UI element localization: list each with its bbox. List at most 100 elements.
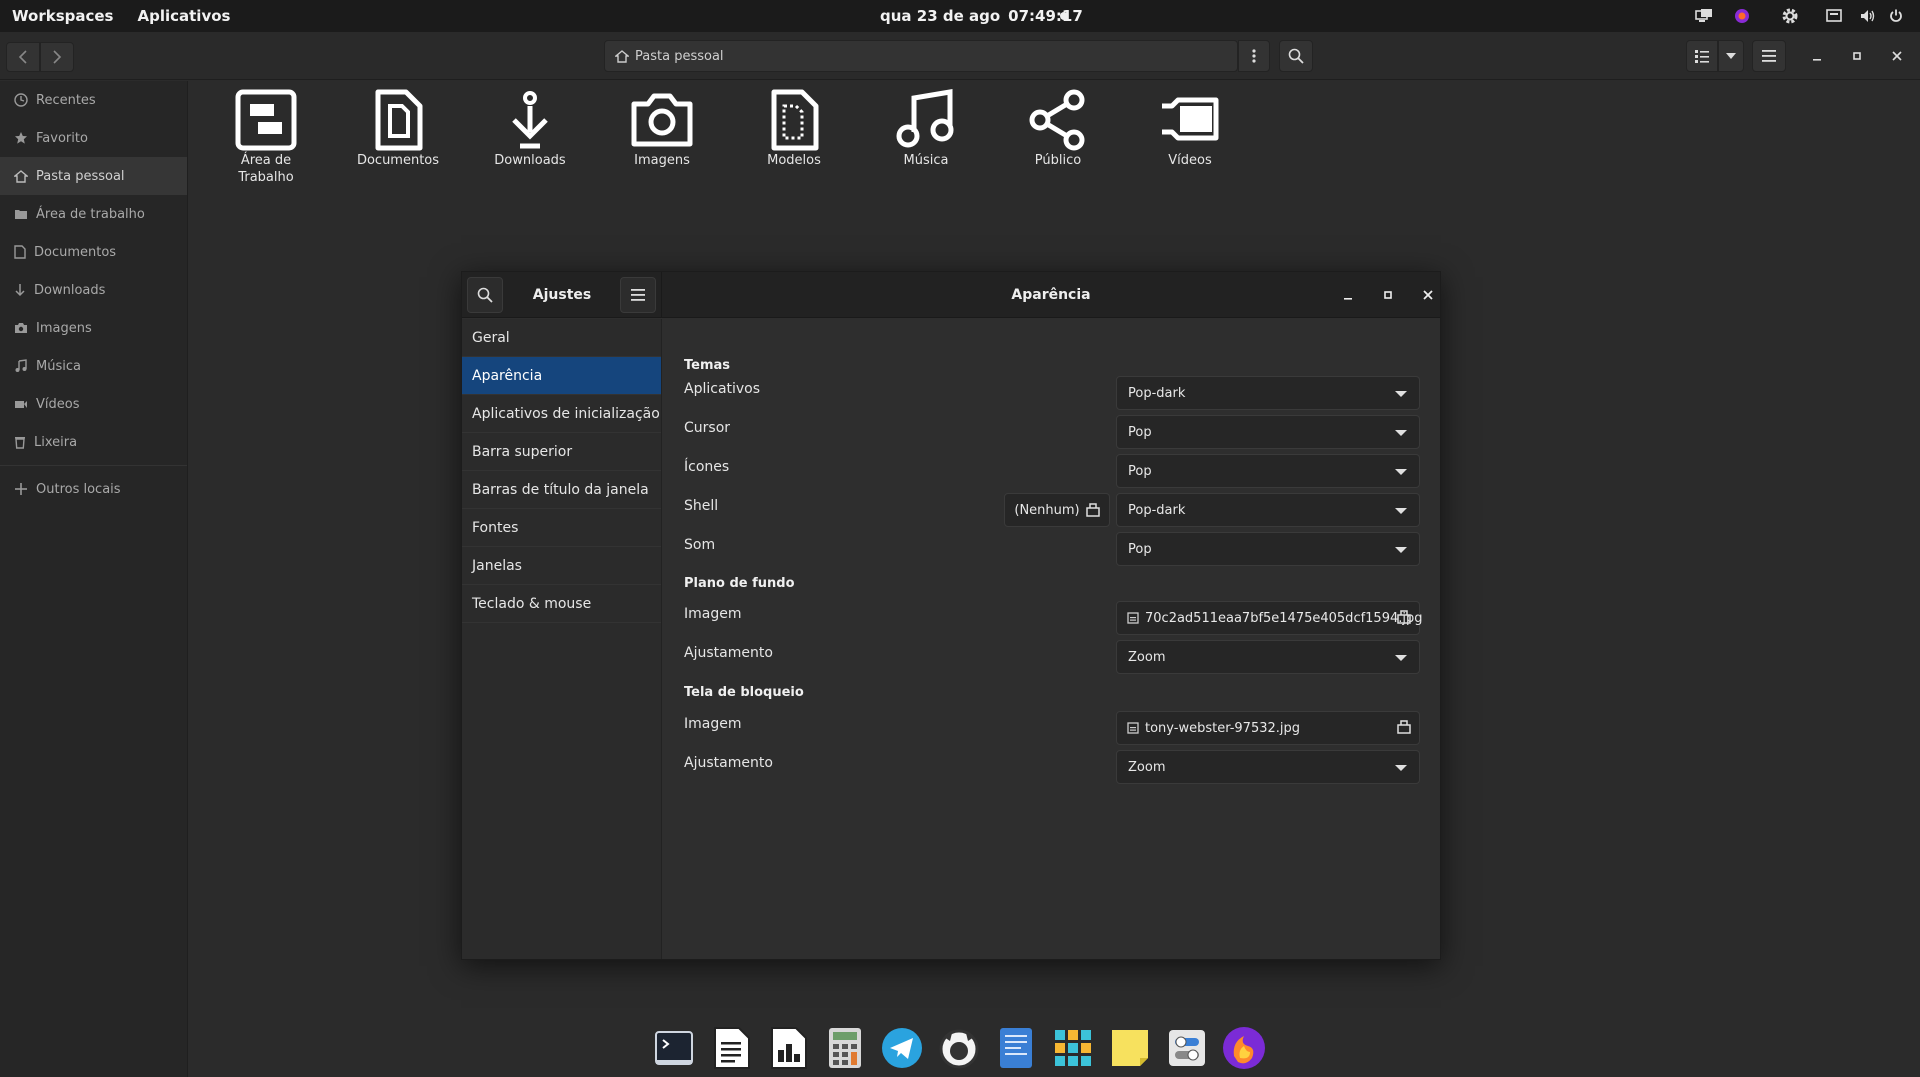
path-bar[interactable]: Pasta pessoal xyxy=(604,40,1238,72)
sidebar-item-downloads[interactable]: Downloads xyxy=(0,271,187,309)
bg-adjust-label: Ajustamento xyxy=(684,645,773,661)
folder-area-de-trabalho[interactable]: Área de Trabalho xyxy=(200,88,332,186)
sidebar-item-outros-locais[interactable]: Outros locais xyxy=(0,470,187,508)
apps-theme-combo[interactable]: Pop-dark xyxy=(1116,376,1420,410)
tweaks-nav-teclado-mouse[interactable]: Teclado & mouse xyxy=(462,585,661,623)
folder-imagens[interactable]: Imagens xyxy=(596,88,728,186)
tweaks-icon[interactable] xyxy=(1163,1024,1211,1072)
dropdown-arrow-icon xyxy=(1395,547,1407,553)
cursor-theme-combo[interactable]: Pop xyxy=(1116,415,1420,449)
sidebar-item-area-de-trabalho[interactable]: Área de trabalho xyxy=(0,195,187,233)
telegram-icon[interactable] xyxy=(878,1024,926,1072)
search-icon xyxy=(477,287,493,303)
lock-image-file-button[interactable]: tony-webster-97532.jpg xyxy=(1116,711,1420,745)
lock-adjust-combo[interactable]: Zoom xyxy=(1116,750,1420,784)
forward-button[interactable] xyxy=(40,42,74,72)
network-icon[interactable] xyxy=(1814,0,1854,32)
sidebar-item-imagens[interactable]: Imagens xyxy=(0,309,187,347)
tweaks-nav-barra-superior[interactable]: Barra superior xyxy=(462,433,661,471)
tweaks-page-title: Aparência xyxy=(1011,287,1091,303)
tweaks-app-title: Ajustes xyxy=(532,287,592,303)
tweaks-headerbar: Ajustes Aparência xyxy=(462,272,1440,318)
tweaks-minimize-button[interactable] xyxy=(1332,279,1364,311)
tweaks-close-button[interactable] xyxy=(1412,279,1444,311)
close-button[interactable] xyxy=(1881,40,1913,72)
folder-downloads[interactable]: Downloads xyxy=(464,88,596,186)
app-grid-icon[interactable] xyxy=(1049,1024,1097,1072)
sidebar-item-recentes[interactable]: Recentes xyxy=(0,81,187,119)
folder-grid: Área de Trabalho Documentos Downloads Im… xyxy=(200,88,1256,186)
gear-icon[interactable] xyxy=(1766,0,1814,32)
path-menu-button[interactable] xyxy=(1238,40,1270,72)
music-folder-icon xyxy=(896,89,954,148)
tweaks-nav-geral[interactable]: Geral xyxy=(462,319,661,357)
folder-documentos[interactable]: Documentos xyxy=(332,88,464,186)
firefox-icon[interactable] xyxy=(1220,1024,1268,1072)
firefox-tray-icon[interactable] xyxy=(1718,0,1766,32)
back-button[interactable] xyxy=(6,42,40,72)
power-icon[interactable] xyxy=(1882,0,1910,32)
videos-folder-icon xyxy=(1162,97,1219,141)
maximize-button[interactable] xyxy=(1841,40,1873,72)
bg-adjust-combo[interactable]: Zoom xyxy=(1116,640,1420,674)
folder-label: Vídeos xyxy=(1168,153,1212,168)
dropdown-arrow-icon xyxy=(1395,508,1407,514)
clock[interactable]: qua 23 de ago 07:49:17 xyxy=(880,0,1083,32)
shell-file-button[interactable]: (Nenhum) xyxy=(1004,493,1110,527)
sidebar-item-label: Favorito xyxy=(36,130,88,146)
calculator-icon[interactable] xyxy=(821,1024,869,1072)
hamburger-menu-button[interactable] xyxy=(1752,40,1786,72)
bg-image-label: Imagem xyxy=(684,606,742,622)
impress-icon[interactable] xyxy=(764,1024,812,1072)
sidebar-item-label: Outros locais xyxy=(36,481,121,497)
sidebar-item-documentos[interactable]: Documentos xyxy=(0,233,187,271)
folder-musica[interactable]: Música xyxy=(860,88,992,186)
minimize-button[interactable] xyxy=(1801,40,1833,72)
lock-image-filename: tony-webster-97532.jpg xyxy=(1145,720,1301,736)
sound-theme-combo[interactable]: Pop xyxy=(1116,532,1420,566)
tweaks-nav-barras-titulo[interactable]: Barras de título da janela xyxy=(462,471,661,509)
notes-icon[interactable] xyxy=(1106,1024,1154,1072)
text-editor-icon[interactable] xyxy=(992,1024,1040,1072)
sidebar-item-musica[interactable]: Música xyxy=(0,347,187,385)
tweaks-nav-aplicativos-inicializacao[interactable]: Aplicativos de inicialização xyxy=(462,395,661,433)
tweaks-menu-button[interactable] xyxy=(620,277,656,313)
folder-modelos[interactable]: Modelos xyxy=(728,88,860,186)
icons-theme-combo[interactable]: Pop xyxy=(1116,454,1420,488)
tweaks-nav-fontes[interactable]: Fontes xyxy=(462,509,661,547)
sidebar-item-pasta-pessoal[interactable]: Pasta pessoal xyxy=(0,157,187,195)
shell-theme-combo[interactable]: Pop-dark xyxy=(1116,493,1420,527)
sidebar-item-favorito[interactable]: Favorito xyxy=(0,119,187,157)
volume-icon[interactable] xyxy=(1854,0,1882,32)
folder-videos[interactable]: Vídeos xyxy=(1124,88,1256,186)
combo-value: Zoom xyxy=(1128,649,1166,665)
list-view-button[interactable] xyxy=(1686,40,1718,72)
tweaks-maximize-button[interactable] xyxy=(1372,279,1404,311)
plus-icon xyxy=(14,482,28,496)
gimp-icon[interactable] xyxy=(935,1024,983,1072)
sidebar-item-lixeira[interactable]: Lixeira xyxy=(0,423,187,461)
writer-icon[interactable] xyxy=(707,1024,755,1072)
sidebar-item-label: Música xyxy=(36,358,81,374)
sidebar-item-videos[interactable]: Vídeos xyxy=(0,385,187,423)
tweaks-nav-aparencia[interactable]: Aparência xyxy=(462,357,661,395)
view-options-button[interactable] xyxy=(1718,40,1744,72)
display-icon[interactable] xyxy=(1690,0,1718,32)
applications-button[interactable]: Aplicativos xyxy=(137,7,230,25)
tweaks-nav-janelas[interactable]: Janelas xyxy=(462,547,661,585)
video-icon xyxy=(14,398,28,410)
lock-adjust-label: Ajustamento xyxy=(684,755,773,771)
tweaks-search-button[interactable] xyxy=(467,277,503,313)
sidebar-item-label: Lixeira xyxy=(34,434,78,450)
terminal-icon[interactable] xyxy=(650,1024,698,1072)
search-button[interactable] xyxy=(1279,40,1313,72)
shell-theme-label: Shell xyxy=(684,498,719,514)
workspaces-button[interactable]: Workspaces xyxy=(12,7,113,25)
folder-publico[interactable]: Público xyxy=(992,88,1124,186)
folder-open-icon xyxy=(1397,610,1411,624)
bg-image-file-button[interactable]: 70c2ad511eaa7bf5e1475e405dcf1594.jpg xyxy=(1116,601,1423,635)
system-tray xyxy=(1690,0,1910,32)
sidebar-item-label: Pasta pessoal xyxy=(36,168,125,184)
trash-icon xyxy=(14,435,26,449)
sidebar-item-label: Vídeos xyxy=(36,396,80,412)
